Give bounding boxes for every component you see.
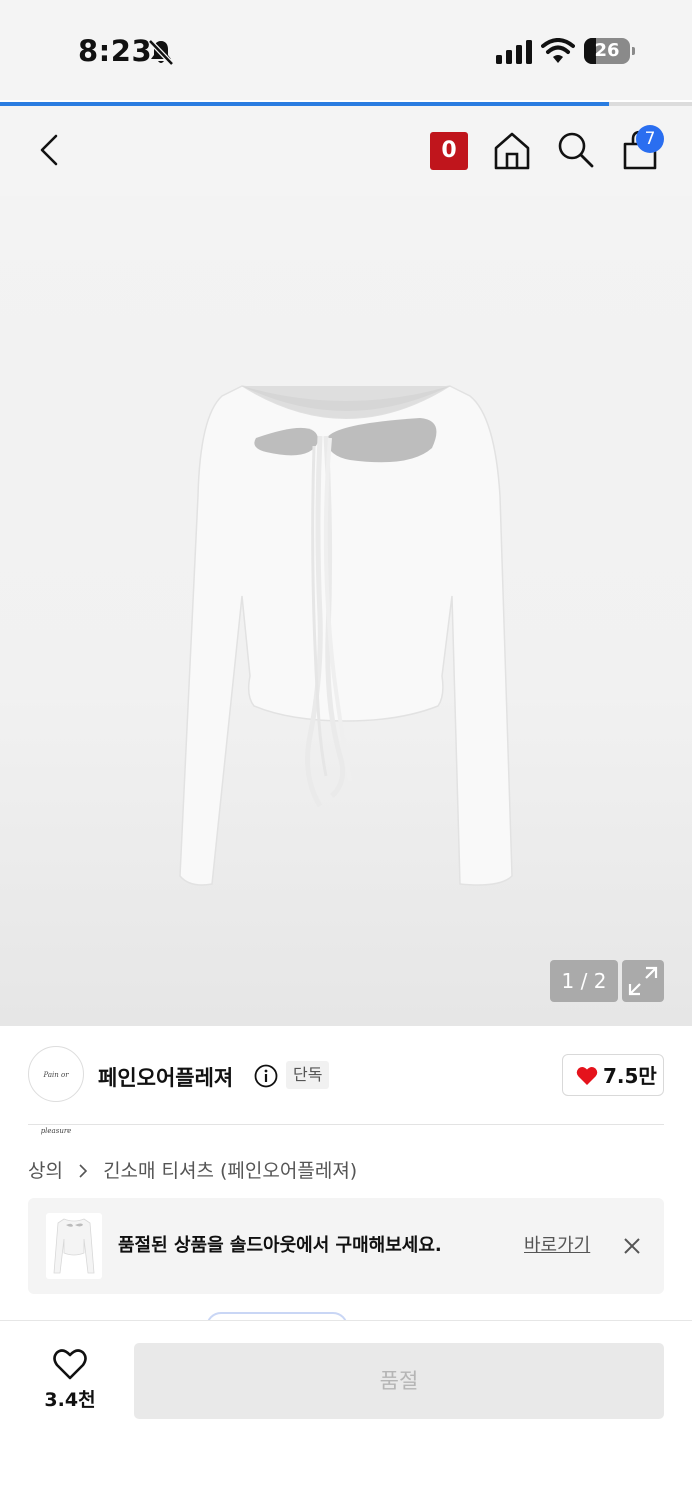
brand-like-count: 7.5만	[603, 1064, 657, 1088]
heart-outline-icon[interactable]	[52, 1347, 88, 1381]
wifi-icon	[541, 38, 575, 63]
bell-slash-icon	[148, 39, 174, 66]
breadcrumb-subcategory[interactable]: 긴소매 티셔츠 (페인오어플레져)	[103, 1157, 357, 1185]
top-nav-bar: 0	[0, 106, 692, 196]
chevron-right-icon	[79, 1163, 88, 1178]
sold-out-button[interactable]: 품절	[134, 1343, 664, 1419]
brand-name[interactable]: 페인오어플레져	[98, 1062, 233, 1092]
breadcrumb-category[interactable]: 상의	[28, 1157, 63, 1185]
battery-level-text: 26	[594, 40, 620, 61]
point-badge[interactable]: 0	[430, 132, 468, 170]
status-bar: 8:23 26	[0, 0, 692, 100]
soldout-product-thumbnail	[46, 1213, 102, 1279]
home-icon[interactable]	[492, 130, 532, 172]
divider	[28, 1124, 664, 1125]
info-icon[interactable]	[254, 1064, 278, 1088]
wishlist-count: 3.4천	[44, 1389, 96, 1411]
signal-icon	[496, 40, 532, 64]
product-photo	[179, 385, 513, 886]
brand-like-button[interactable]: 7.5만	[562, 1054, 664, 1096]
soldout-shortcut-link[interactable]: 바로가기	[524, 1198, 590, 1294]
exclusive-tag: 단독	[286, 1061, 330, 1089]
brand-logo[interactable]: Pain or pleasure	[28, 1046, 84, 1135]
brand-row: Pain or pleasure 페인오어플레져 단독 7.5만	[0, 1026, 692, 1135]
soldout-message: 품절된 상품을 솔드아웃에서 구매해보세요.	[118, 1235, 442, 1256]
search-icon[interactable]	[556, 130, 596, 170]
close-icon[interactable]	[622, 1236, 642, 1256]
status-time: 8:23	[78, 34, 153, 68]
breadcrumb: 상의 긴소매 티셔츠 (페인오어플레져)	[28, 1156, 357, 1184]
image-page-counter: 1 / 2	[550, 960, 618, 1002]
heart-filled-icon	[576, 1066, 598, 1085]
soldout-banner: 품절된 상품을 솔드아웃에서 구매해보세요. 바로가기	[28, 1198, 664, 1294]
expand-icon[interactable]	[622, 960, 664, 1002]
cart-count-badge: 7	[636, 125, 664, 153]
back-icon[interactable]	[30, 128, 70, 172]
bottom-action-bar: 3.4천 품절	[0, 1320, 692, 1500]
battery-icon: 26	[584, 38, 636, 64]
product-image-gallery[interactable]: 1 / 2	[0, 196, 692, 1026]
